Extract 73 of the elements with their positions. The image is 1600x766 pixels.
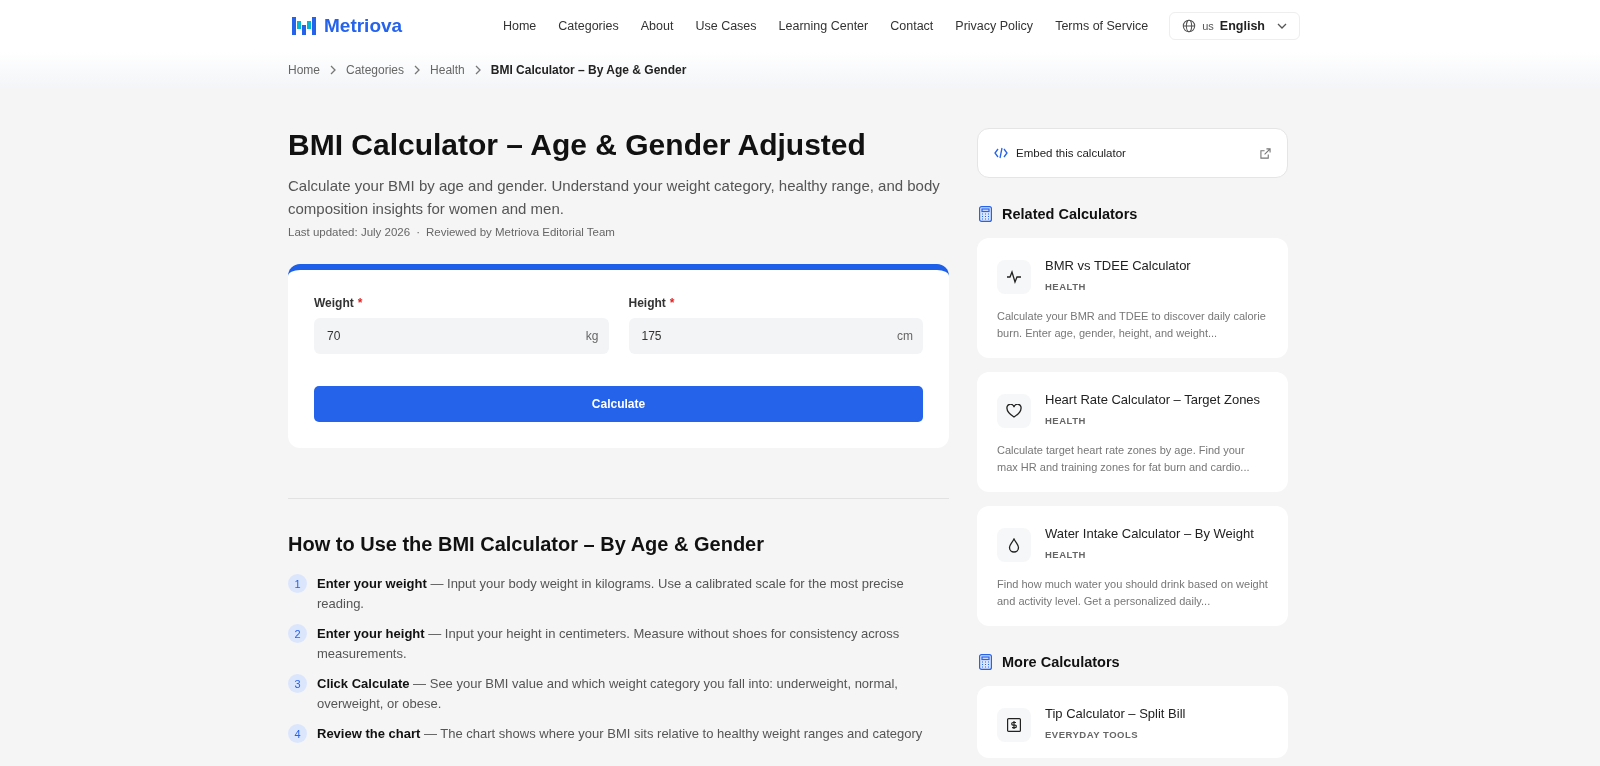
required-mark: * bbox=[357, 296, 363, 310]
dollar-icon bbox=[1007, 718, 1021, 732]
field-label: Height bbox=[628, 296, 666, 310]
nav-link[interactable]: Categories bbox=[547, 19, 630, 33]
nav-link[interactable]: Use Cases bbox=[684, 19, 768, 33]
calculator-title: Tip Calculator – Split Bill bbox=[1045, 706, 1186, 721]
step-text: Enter your height — Input your height in centimeters. Measure without shoes for consistency across measurements. bbox=[317, 625, 901, 663]
heart-icon bbox=[1006, 404, 1022, 418]
calculator-description: Calculate your BMR and TDEE to discover daily calorie burn. Enter age, gender, height, and weight... bbox=[997, 309, 1267, 341]
category-label: HEALTH bbox=[1045, 281, 1087, 292]
calculator-description: Find how much water you should drink based on weight and activity level. Get a personalized daily... bbox=[997, 577, 1268, 609]
calculator-title: BMR vs TDEE Calculator bbox=[1045, 258, 1191, 273]
logo[interactable]: Metriova bbox=[292, 15, 403, 37]
chevron-down-icon bbox=[1277, 23, 1287, 29]
nav-link[interactable]: Terms of Service bbox=[1044, 19, 1160, 33]
page-title: BMI Calculator – Age & Gender Adjusted bbox=[288, 128, 867, 162]
input-value: 175 bbox=[641, 329, 662, 343]
category-label: HEALTH bbox=[1045, 415, 1087, 426]
category-label: EVERYDAY TOOLS bbox=[1045, 729, 1140, 740]
breadcrumb-link[interactable]: BMI Calculator – By Age & Gender bbox=[490, 63, 687, 77]
breadcrumb-link[interactable]: Categories bbox=[346, 63, 405, 77]
nav-link[interactable]: Home bbox=[491, 19, 548, 33]
sidebar-heading: Related Calculators bbox=[1002, 206, 1138, 222]
embed-button[interactable]: Embed this calculator bbox=[977, 128, 1288, 178]
drop-icon bbox=[1008, 537, 1020, 553]
step-number: 4 bbox=[288, 724, 307, 743]
language-label: English bbox=[1219, 19, 1265, 33]
calculator-title: Heart Rate Calculator – Target Zones bbox=[1045, 392, 1261, 407]
sidebar-heading: More Calculators bbox=[1002, 654, 1120, 670]
chevron-right-icon bbox=[330, 65, 336, 75]
calculator-icon bbox=[979, 654, 992, 670]
calculator-card[interactable]: Heart Rate Calculator – Target Zones HEALTH Calculate target heart rate zones by age. Find your max HR and training zones for fat burn and cardio... bbox=[977, 372, 1288, 492]
breadcrumb-link[interactable]: Health bbox=[430, 63, 465, 77]
reviewed-by: Reviewed by Metriova Editorial Team bbox=[425, 226, 615, 238]
category-label: HEALTH bbox=[1045, 549, 1087, 560]
separator-dot: · bbox=[416, 226, 420, 238]
calculator-icon bbox=[979, 206, 992, 222]
page-intro: Calculate your BMI by age and gender. Understand your weight category, healthy range, and body composition insights for women and men. bbox=[288, 176, 941, 219]
breadcrumb-link[interactable]: Home bbox=[288, 63, 320, 77]
nav-link[interactable]: Privacy Policy bbox=[944, 19, 1045, 33]
step-text: Enter your weight — Input your body weight in kilograms. Use a calibrated scale for the most precise reading. bbox=[317, 575, 905, 613]
chevron-right-icon bbox=[474, 65, 481, 75]
logo-icon bbox=[292, 15, 316, 37]
field-label: Weight bbox=[314, 296, 354, 310]
unit-label: cm bbox=[897, 329, 913, 343]
external-link-icon bbox=[1260, 147, 1271, 159]
step-text: Click Calculate — See your BMI value and which weight category you fall into: underweight, normal, overweight, or obese. bbox=[317, 675, 899, 713]
step-number: 2 bbox=[288, 624, 307, 643]
step-text: Review the chart — The chart shows where your BMI sits relative to healthy weight ranges and category bbox=[317, 725, 923, 743]
input-field[interactable]: 175 cm bbox=[628, 318, 923, 354]
step-number: 1 bbox=[288, 574, 307, 593]
calculator-title: Water Intake Calculator – By Weight bbox=[1045, 526, 1254, 541]
input-field[interactable]: 70 kg bbox=[314, 318, 609, 354]
section-title: How to Use the BMI Calculator – By Age & Gender bbox=[288, 533, 765, 556]
nav-link[interactable]: Learning Center bbox=[767, 19, 880, 33]
globe-icon bbox=[1182, 19, 1197, 33]
input-value: 70 bbox=[327, 329, 341, 343]
calculator-card[interactable]: Water Intake Calculator – By Weight HEALTH Find how much water you should drink based on weight and activity level. Get a personalized daily... bbox=[977, 506, 1288, 626]
calculate-button[interactable]: Calculate bbox=[314, 386, 923, 422]
calculator-card[interactable]: BMR vs TDEE Calculator HEALTH Calculate your BMR and TDEE to discover daily calorie burn. Enter age, gender, height, and weight... bbox=[977, 238, 1288, 358]
code-icon bbox=[994, 147, 1008, 159]
step-number: 3 bbox=[288, 674, 307, 693]
language-code: us bbox=[1202, 20, 1214, 32]
required-mark: * bbox=[669, 296, 675, 310]
calculator-card[interactable]: Tip Calculator – Split Bill EVERYDAY TOOLS bbox=[977, 686, 1288, 758]
pulse-icon bbox=[1006, 270, 1022, 284]
last-updated: Last updated: July 2026 bbox=[288, 226, 411, 238]
nav-link[interactable]: Contact bbox=[879, 19, 945, 33]
chevron-right-icon bbox=[414, 65, 421, 75]
language-selector[interactable]: us English bbox=[1169, 12, 1300, 40]
calculator-description: Calculate target heart rate zones by age. Find your max HR and training zones for fat burn and cardio... bbox=[997, 443, 1251, 475]
unit-label: kg bbox=[585, 329, 599, 343]
nav-link[interactable]: About bbox=[629, 19, 685, 33]
